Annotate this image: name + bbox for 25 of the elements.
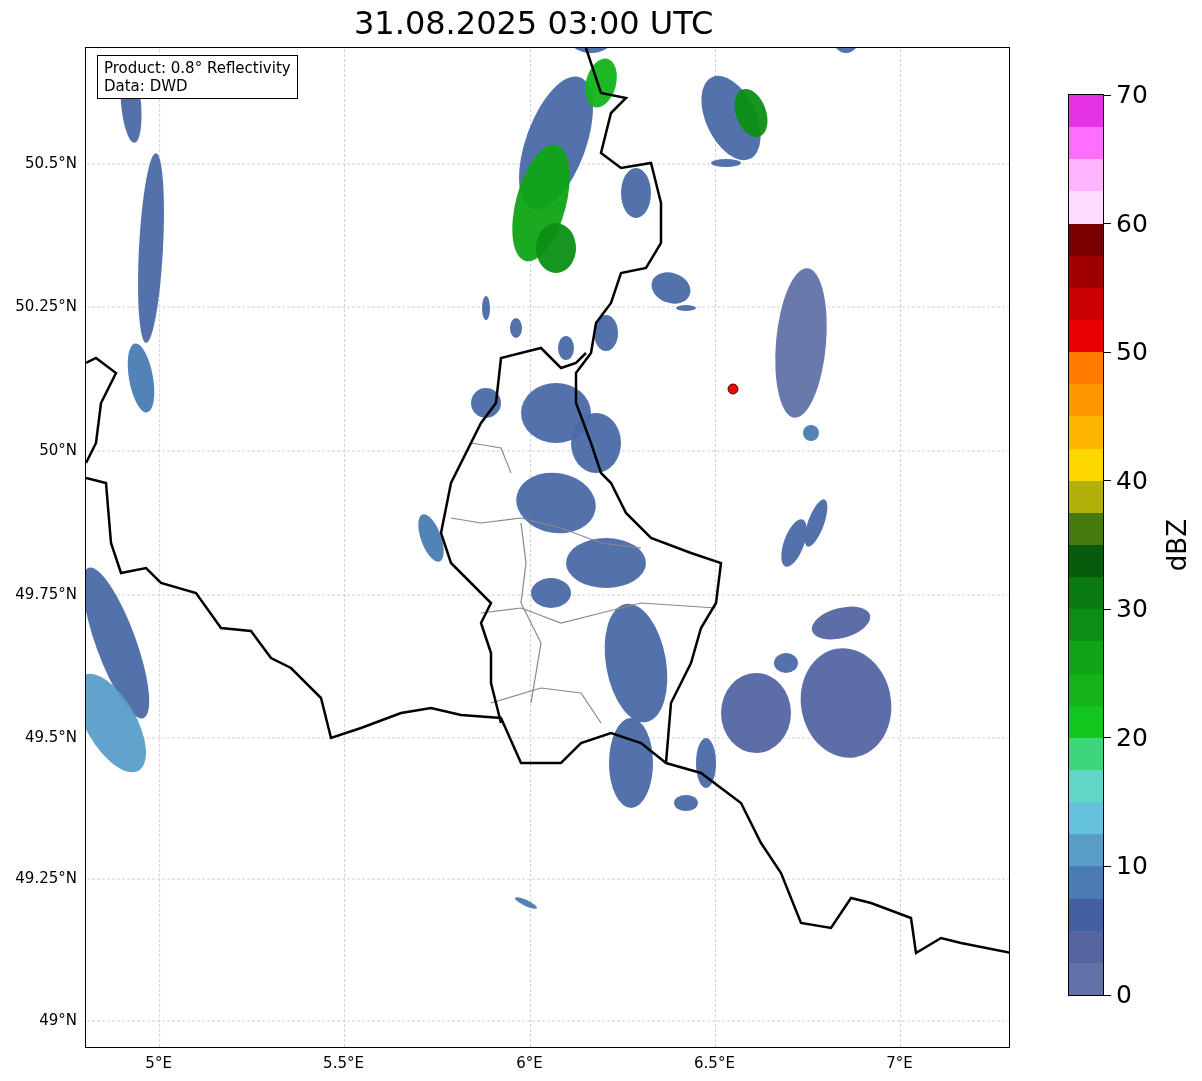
latitude-label: 49.75°N	[15, 585, 77, 604]
colorbar-label: dBZ	[1162, 518, 1192, 572]
info-text: Data: DWD	[104, 77, 189, 95]
latitude-label: 50.25°N	[15, 296, 77, 315]
colorbar-tick-label: 30	[1104, 595, 1148, 624]
longitude-label: 5°E	[145, 1054, 172, 1072]
longitude-label: 5.5°E	[323, 1054, 364, 1072]
colorbar-tick-label: 20	[1104, 723, 1148, 752]
colorbar-tick-label: 0	[1104, 981, 1132, 1009]
longitude-label: 7°E	[886, 1054, 913, 1072]
radar-site-marker	[727, 383, 739, 395]
colorbar-tick-label: 40	[1104, 466, 1148, 495]
colorbar-tick-label: 60	[1104, 209, 1148, 238]
colorbar-tick-label: 10	[1104, 852, 1148, 881]
latitude-label: 49.5°N	[24, 728, 77, 746]
latitude-label: 50.5°N	[24, 154, 77, 172]
longitude-label: 6.5°E	[694, 1054, 735, 1072]
latitude-label: 49.25°N	[15, 869, 77, 887]
longitude-label: 6°E	[516, 1054, 543, 1072]
info-text: Product: 0.8° Reflectivity	[104, 59, 291, 77]
chart-title: 31.08.2025 03:00 UTC	[354, 3, 714, 44]
latitude-label: 49°N	[39, 1010, 77, 1029]
colorbar-tick-label: 50	[1104, 338, 1148, 367]
colorbar-tick-label: 70	[1104, 81, 1148, 109]
latitude-label: 50°N	[39, 441, 77, 459]
